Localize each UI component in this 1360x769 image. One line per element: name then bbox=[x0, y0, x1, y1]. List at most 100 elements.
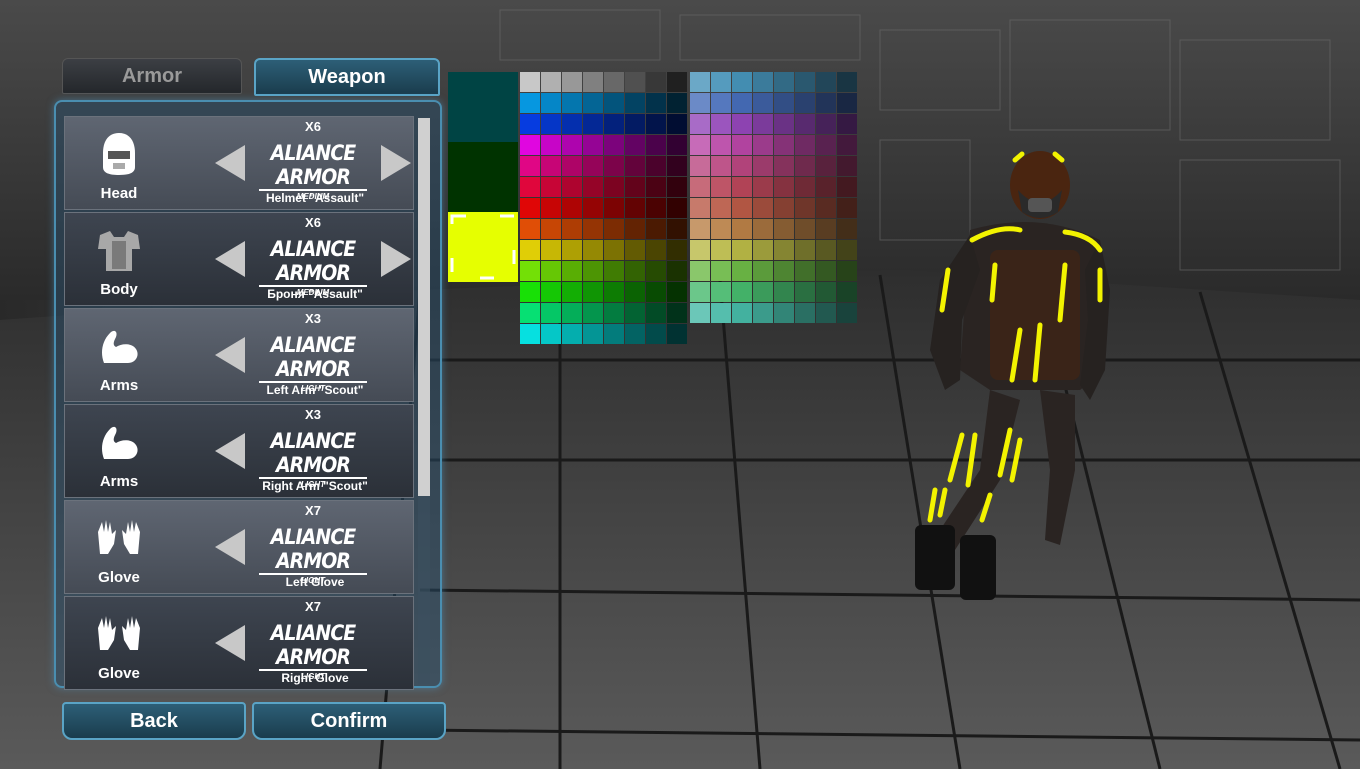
palette-color-cell[interactable] bbox=[520, 303, 540, 323]
palette-color-cell[interactable] bbox=[690, 93, 710, 113]
palette-color-cell[interactable] bbox=[520, 324, 540, 344]
palette-color-cell[interactable] bbox=[625, 72, 645, 92]
palette-color-cell[interactable] bbox=[732, 240, 752, 260]
palette-color-cell[interactable] bbox=[625, 114, 645, 134]
tab-weapon[interactable]: Weapon bbox=[254, 58, 440, 96]
palette-color-cell[interactable] bbox=[690, 261, 710, 281]
palette-color-cell[interactable] bbox=[667, 198, 687, 218]
palette-color-cell[interactable] bbox=[604, 261, 624, 281]
slot-left-arm[interactable]: Arms X3 ALIANCE ARMOR LIGHT Left Arm "Sc… bbox=[64, 308, 414, 402]
palette-color-cell[interactable] bbox=[562, 219, 582, 239]
palette-color-cell[interactable] bbox=[625, 93, 645, 113]
palette-color-cell[interactable] bbox=[753, 93, 773, 113]
palette-color-cell[interactable] bbox=[774, 72, 794, 92]
palette-color-cell[interactable] bbox=[711, 240, 731, 260]
palette-color-cell[interactable] bbox=[795, 198, 815, 218]
back-button[interactable]: Back bbox=[62, 702, 246, 740]
palette-color-cell[interactable] bbox=[541, 261, 561, 281]
palette-color-cell[interactable] bbox=[646, 114, 666, 134]
palette-color-cell[interactable] bbox=[795, 303, 815, 323]
palette-color-cell[interactable] bbox=[520, 72, 540, 92]
slot-left-glove[interactable]: Glove X7 ALIANCE ARMOR LIGHT Left Glove bbox=[64, 500, 414, 594]
slot-list-scrollbar[interactable] bbox=[418, 118, 430, 684]
palette-color-cell[interactable] bbox=[732, 303, 752, 323]
palette-color-cell[interactable] bbox=[837, 135, 857, 155]
palette-color-cell[interactable] bbox=[583, 261, 603, 281]
palette-color-cell[interactable] bbox=[753, 198, 773, 218]
palette-color-cell[interactable] bbox=[520, 93, 540, 113]
palette-color-cell[interactable] bbox=[816, 303, 836, 323]
palette-color-cell[interactable] bbox=[753, 282, 773, 302]
palette-color-cell[interactable] bbox=[753, 114, 773, 134]
palette-color-cell[interactable] bbox=[711, 93, 731, 113]
palette-color-cell[interactable] bbox=[646, 135, 666, 155]
palette-color-cell[interactable] bbox=[520, 135, 540, 155]
palette-color-cell[interactable] bbox=[520, 282, 540, 302]
palette-color-cell[interactable] bbox=[520, 156, 540, 176]
palette-color-cell[interactable] bbox=[690, 219, 710, 239]
palette-color-cell[interactable] bbox=[774, 135, 794, 155]
palette-color-cell[interactable] bbox=[625, 177, 645, 197]
palette-color-cell[interactable] bbox=[816, 93, 836, 113]
palette-color-cell[interactable] bbox=[711, 303, 731, 323]
palette-color-cell[interactable] bbox=[795, 177, 815, 197]
palette-color-cell[interactable] bbox=[667, 282, 687, 302]
palette-color-cell[interactable] bbox=[667, 156, 687, 176]
palette-color-cell[interactable] bbox=[520, 114, 540, 134]
palette-color-cell[interactable] bbox=[541, 198, 561, 218]
palette-color-cell[interactable] bbox=[646, 72, 666, 92]
palette-color-cell[interactable] bbox=[562, 156, 582, 176]
recent-color-swatch[interactable] bbox=[448, 72, 518, 142]
slot-head[interactable]: Head X6 ALIANCE ARMOR MEDIUM Helmet "Ass… bbox=[64, 116, 414, 210]
palette-color-cell[interactable] bbox=[562, 177, 582, 197]
palette-color-cell[interactable] bbox=[816, 114, 836, 134]
palette-color-cell[interactable] bbox=[732, 219, 752, 239]
palette-color-cell[interactable] bbox=[753, 240, 773, 260]
palette-color-cell[interactable] bbox=[795, 135, 815, 155]
palette-color-cell[interactable] bbox=[625, 135, 645, 155]
prev-arrow-icon[interactable] bbox=[215, 625, 245, 661]
palette-color-cell[interactable] bbox=[646, 93, 666, 113]
palette-color-cell[interactable] bbox=[625, 303, 645, 323]
recent-color-swatch[interactable] bbox=[448, 212, 518, 282]
palette-color-cell[interactable] bbox=[625, 282, 645, 302]
palette-color-cell[interactable] bbox=[837, 156, 857, 176]
palette-color-cell[interactable] bbox=[646, 303, 666, 323]
palette-color-cell[interactable] bbox=[562, 93, 582, 113]
palette-color-cell[interactable] bbox=[690, 114, 710, 134]
palette-color-cell[interactable] bbox=[541, 282, 561, 302]
slot-right-arm[interactable]: Arms X3 ALIANCE ARMOR LIGHT Right Arm "S… bbox=[64, 404, 414, 498]
palette-color-cell[interactable] bbox=[774, 114, 794, 134]
color-palette[interactable] bbox=[448, 72, 860, 348]
palette-color-cell[interactable] bbox=[604, 114, 624, 134]
palette-color-cell[interactable] bbox=[690, 303, 710, 323]
palette-color-cell[interactable] bbox=[732, 114, 752, 134]
palette-color-cell[interactable] bbox=[837, 282, 857, 302]
palette-color-cell[interactable] bbox=[795, 219, 815, 239]
palette-color-cell[interactable] bbox=[711, 156, 731, 176]
palette-color-cell[interactable] bbox=[837, 303, 857, 323]
palette-color-cell[interactable] bbox=[837, 177, 857, 197]
scrollbar-thumb[interactable] bbox=[418, 118, 430, 496]
palette-color-cell[interactable] bbox=[520, 219, 540, 239]
palette-color-cell[interactable] bbox=[774, 240, 794, 260]
palette-color-cell[interactable] bbox=[583, 282, 603, 302]
palette-color-cell[interactable] bbox=[753, 72, 773, 92]
palette-color-cell[interactable] bbox=[604, 198, 624, 218]
palette-color-cell[interactable] bbox=[690, 156, 710, 176]
palette-color-cell[interactable] bbox=[583, 198, 603, 218]
palette-color-cell[interactable] bbox=[604, 282, 624, 302]
palette-color-cell[interactable] bbox=[795, 114, 815, 134]
palette-color-cell[interactable] bbox=[541, 114, 561, 134]
slot-right-glove[interactable]: Glove X7 ALIANCE ARMOR LIGHT Right Glove bbox=[64, 596, 414, 690]
palette-color-cell[interactable] bbox=[732, 198, 752, 218]
palette-color-cell[interactable] bbox=[604, 72, 624, 92]
palette-color-cell[interactable] bbox=[774, 261, 794, 281]
palette-color-cell[interactable] bbox=[646, 324, 666, 344]
palette-color-cell[interactable] bbox=[604, 135, 624, 155]
palette-color-cell[interactable] bbox=[816, 240, 836, 260]
palette-color-cell[interactable] bbox=[604, 303, 624, 323]
recent-color-swatch[interactable] bbox=[448, 142, 518, 212]
palette-color-cell[interactable] bbox=[520, 261, 540, 281]
palette-color-cell[interactable] bbox=[520, 177, 540, 197]
